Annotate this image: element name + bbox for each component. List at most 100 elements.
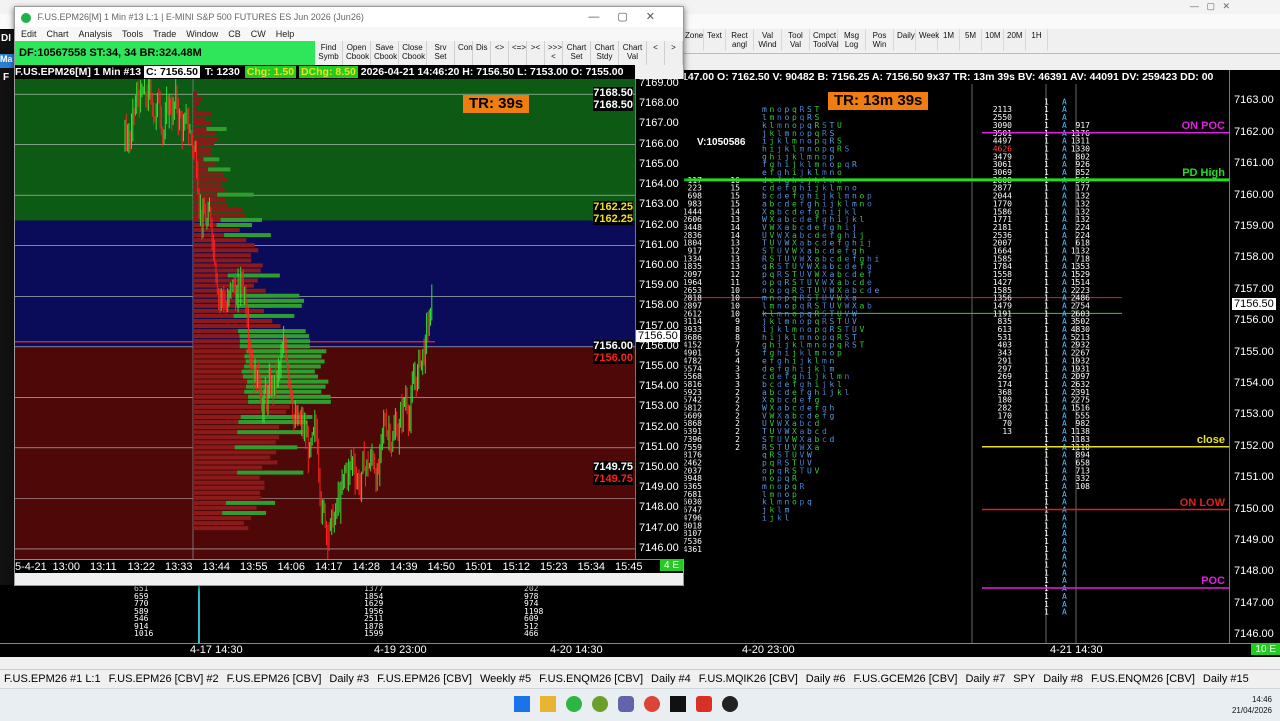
app-icon[interactable]: [722, 696, 738, 712]
main-toolbar-button[interactable]: Val Wind: [754, 29, 782, 51]
windows-start-icon[interactable]: [514, 696, 530, 712]
menu-item-cb[interactable]: CB: [228, 27, 241, 41]
toolbar-button[interactable]: Find Symb: [315, 41, 343, 65]
tpo-letter: o: [867, 199, 872, 208]
main-toolbar-button[interactable]: Tool Val: [782, 29, 810, 51]
main-toolbar-button[interactable]: 5M: [960, 29, 982, 51]
tpo-letter: g: [762, 152, 767, 161]
toolbar-button[interactable]: >>><: [545, 41, 563, 65]
main-toolbar-button[interactable]: 10M: [982, 29, 1004, 51]
main-time-axis[interactable]: 4-17 14:30 4-19 23:00 4-20 14:30 4-20 23:00…: [0, 643, 1280, 658]
main-toolbar-button[interactable]: Rect angl: [726, 29, 754, 51]
teams-icon[interactable]: [618, 696, 634, 712]
chartbook-tab[interactable]: Daily #3: [325, 670, 373, 688]
main-toolbar-button[interactable]: Cmpct ToolVal: [810, 29, 839, 51]
menu-item-trade[interactable]: Trade: [153, 27, 176, 41]
chartbook-tab[interactable]: F.US.EPM26 [CBV] #2: [105, 670, 223, 688]
toolbar-button[interactable]: Save Cbook: [371, 41, 399, 65]
period-count: 1: [1044, 568, 1049, 577]
chartbook-tab[interactable]: F.US.EPM26 [CBV]: [373, 670, 476, 688]
tpo-letter: l: [785, 513, 790, 522]
chartbook-tab[interactable]: Daily #7: [961, 670, 1009, 688]
tpo-letter: p: [822, 333, 827, 342]
chartbook-tab[interactable]: F.US.GCEM26 [CBV]: [850, 670, 962, 688]
toolbar-button[interactable]: ><: [527, 41, 545, 65]
chartbook-tab[interactable]: Daily #4: [647, 670, 695, 688]
main-toolbar-button[interactable]: 20M: [1004, 29, 1026, 51]
candle-time-axis[interactable]: 5-4-21 13:00 13:11 13:22 13:33 13:44 13:55 14:0…: [15, 559, 683, 574]
period-letter: A: [1062, 404, 1067, 413]
chartbook-tab[interactable]: F.US.ENQM26 [CBV]: [535, 670, 647, 688]
chartbook-tab[interactable]: SPY: [1009, 670, 1039, 688]
tpo-letter: e: [800, 207, 805, 216]
menu-item-cw[interactable]: CW: [251, 27, 266, 41]
tpo-letter: d: [837, 254, 842, 263]
toolbar-button[interactable]: Close Cbook: [399, 41, 427, 65]
menu-item-tools[interactable]: Tools: [122, 27, 143, 41]
main-toolbar-button[interactable]: Text: [704, 29, 726, 51]
app-icon[interactable]: [696, 696, 712, 712]
whatsapp-icon[interactable]: [566, 696, 582, 712]
tpo-letter: e: [800, 396, 805, 405]
candle-price-axis[interactable]: 7169.00 7168.00 7167.00 7166.00 7165.00 7164.…: [635, 77, 684, 559]
tpo-letter: i: [830, 207, 835, 216]
main-toolbar-button[interactable]: 1H: [1026, 29, 1048, 51]
menu-item-analysis[interactable]: Analysis: [79, 27, 113, 41]
main-price-axis[interactable]: 7163.00 7162.00 7161.00 7160.00 7159.00 7158.…: [1229, 70, 1280, 643]
side-tab[interactable]: Ma: [0, 54, 14, 68]
menu-item-edit[interactable]: Edit: [21, 27, 37, 41]
candlestick-chart-area[interactable]: TR: 39s 7168.50 7168.50 7162.25 7162.25 7156…: [15, 79, 635, 559]
profile-chart-area[interactable]: ijkljklmklmnopqlmnopmnopqRnopqRopqRSTUVp…: [682, 70, 1229, 643]
toolbar-button[interactable]: Dis: [473, 41, 491, 65]
chartbook-tab[interactable]: Daily #8: [1039, 670, 1087, 688]
chart-info-line: F.US.EPM26[M] 1 Min #13 C: 7156.50 T: 12…: [15, 65, 635, 79]
floating-chart-window[interactable]: F.US.EPM26[M] 1 Min #13 L:1 | E-MINI S&P…: [14, 6, 684, 586]
volume-profile-bar: [193, 490, 261, 495]
tpo-letter: h: [777, 160, 782, 169]
chartbook-tab[interactable]: F.US.MQIK26 [CBV]: [695, 670, 802, 688]
main-toolbar-button[interactable]: Zone: [682, 29, 704, 51]
chartbook-tab[interactable]: Weekly #5: [476, 670, 535, 688]
price-level-label: 7168.50: [593, 99, 633, 112]
tpo-letter: c: [770, 380, 775, 389]
window-controls[interactable]: —▢✕: [588, 7, 673, 27]
menu-item-window[interactable]: Window: [186, 27, 218, 41]
window-control-icons[interactable]: — ▢ ✕: [1190, 1, 1230, 12]
browser-icon[interactable]: [592, 696, 608, 712]
axis-tick-label: 7147.00: [639, 521, 679, 534]
window-titlebar[interactable]: F.US.EPM26[M] 1 Min #13 L:1 | E-MINI S&P…: [15, 7, 683, 27]
main-toolbar-button[interactable]: Msg Log: [838, 29, 866, 51]
tradingview-icon[interactable]: [670, 696, 686, 712]
tpo-letter: q: [807, 121, 812, 130]
main-toolbar-button[interactable]: Pos Win: [866, 29, 894, 51]
chartbook-tab[interactable]: F.US.EPM26 #1 L:1: [0, 670, 105, 688]
chartbook-tab[interactable]: Daily #15: [1199, 670, 1253, 688]
toolbar-button[interactable]: Open Cbook: [343, 41, 371, 65]
chartbook-tab[interactable]: Daily #6: [802, 670, 850, 688]
main-toolbar-button[interactable]: Daily: [894, 29, 916, 51]
toolbar-button[interactable]: <>: [491, 41, 509, 65]
toolbar-button[interactable]: Srv Set: [427, 41, 455, 65]
toolbar-button[interactable]: <=>: [509, 41, 527, 65]
tpo-letter: a: [845, 286, 850, 295]
tpo-letter: m: [815, 160, 820, 169]
toolbar-button[interactable]: Chart Stdy: [591, 41, 619, 65]
tpo-letter: f: [807, 396, 812, 405]
system-clock[interactable]: 14:46 21/04/2026: [1232, 694, 1272, 716]
toolbar-button[interactable]: <: [647, 41, 665, 65]
volume-profile-bar: [193, 455, 271, 460]
chartbook-tab[interactable]: F.US.ENQM26 [CBV]: [1087, 670, 1199, 688]
menu-item-chart[interactable]: Chart: [47, 27, 69, 41]
toolbar-button[interactable]: Chart Val: [619, 41, 647, 65]
chrome-icon[interactable]: [644, 696, 660, 712]
toolbar-button[interactable]: Chart Set: [563, 41, 591, 65]
chartbook-tab[interactable]: F.US.EPM26 [CBV]: [223, 670, 326, 688]
volume-profile-bar: [220, 217, 262, 222]
tpo-letter: V: [785, 435, 790, 444]
main-toolbar-button[interactable]: Week: [916, 29, 939, 51]
toolbar-button[interactable]: >: [665, 41, 683, 65]
file-explorer-icon[interactable]: [540, 696, 556, 712]
main-toolbar-button[interactable]: 1M: [938, 29, 960, 51]
menu-item-help[interactable]: Help: [276, 27, 295, 41]
toolbar-button[interactable]: Con: [455, 41, 473, 65]
